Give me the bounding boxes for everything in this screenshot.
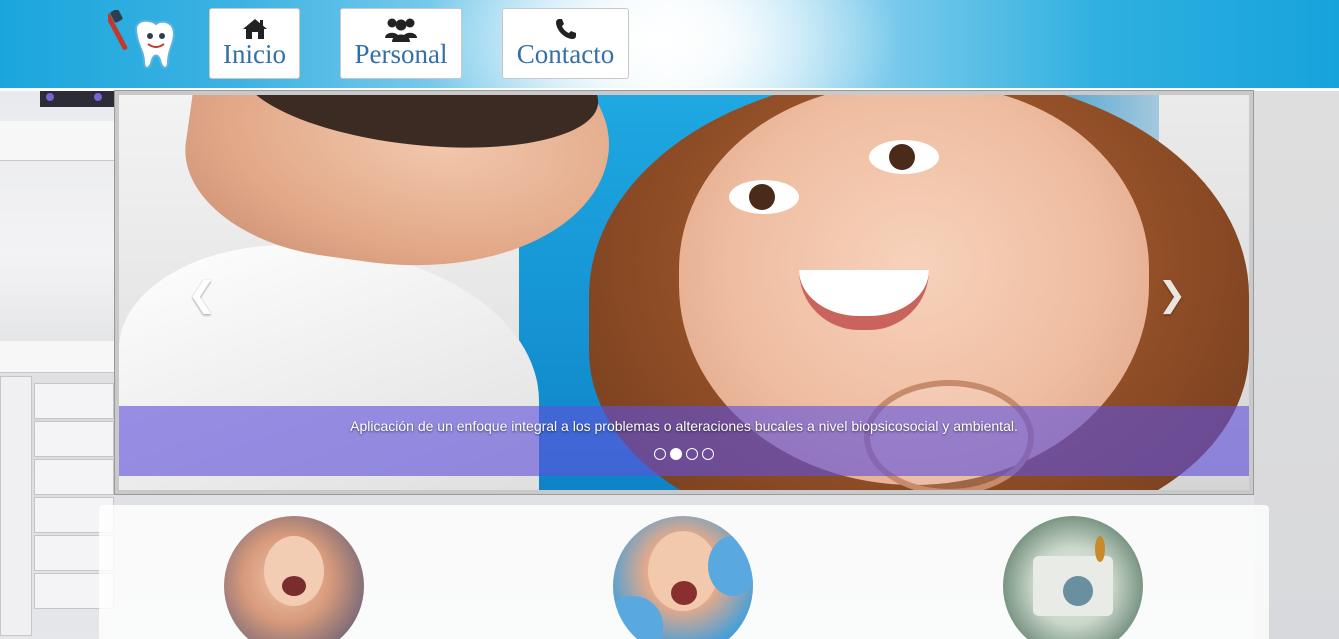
nav-contacto-button[interactable]: Contacto [502, 8, 629, 79]
carousel-prev-button[interactable]: ❮ [187, 275, 217, 315]
phone-icon [554, 17, 578, 41]
carousel-indicator-1[interactable] [654, 448, 666, 460]
tooth-logo-icon[interactable] [105, 9, 178, 72]
chevron-right-icon: ❯ [1157, 275, 1187, 315]
nav-inicio-button[interactable]: Inicio [209, 8, 300, 79]
nav-contacto-label: Contacto [516, 39, 615, 69]
carousel-indicator-4[interactable] [702, 448, 714, 460]
home-icon [242, 17, 268, 41]
carousel-caption: Aplicación de un enfoque integral a los … [119, 406, 1249, 476]
carousel-indicators [119, 448, 1249, 462]
services-panel [99, 505, 1269, 639]
nav-personal-button[interactable]: Personal [340, 8, 462, 79]
service-image-child-dental-exam[interactable] [224, 516, 364, 639]
chevron-left-icon: ❮ [187, 275, 217, 315]
users-icon [384, 17, 418, 42]
service-image-dental-checkup[interactable] [613, 516, 753, 639]
carousel-next-button[interactable]: ❯ [1157, 275, 1187, 315]
carousel-indicator-3[interactable] [686, 448, 698, 460]
nav-personal-label: Personal [354, 39, 448, 69]
header: Inicio Personal Contacto [0, 0, 1339, 88]
nav-inicio-label: Inicio [223, 39, 286, 69]
service-image-clinic-room[interactable] [1003, 516, 1143, 639]
carousel-indicator-2[interactable] [670, 448, 682, 460]
carousel-slide-image: ❮ ❯ Aplicación de un enfoque integral a … [119, 95, 1249, 490]
image-carousel[interactable]: ❮ ❯ Aplicación de un enfoque integral a … [114, 90, 1254, 495]
